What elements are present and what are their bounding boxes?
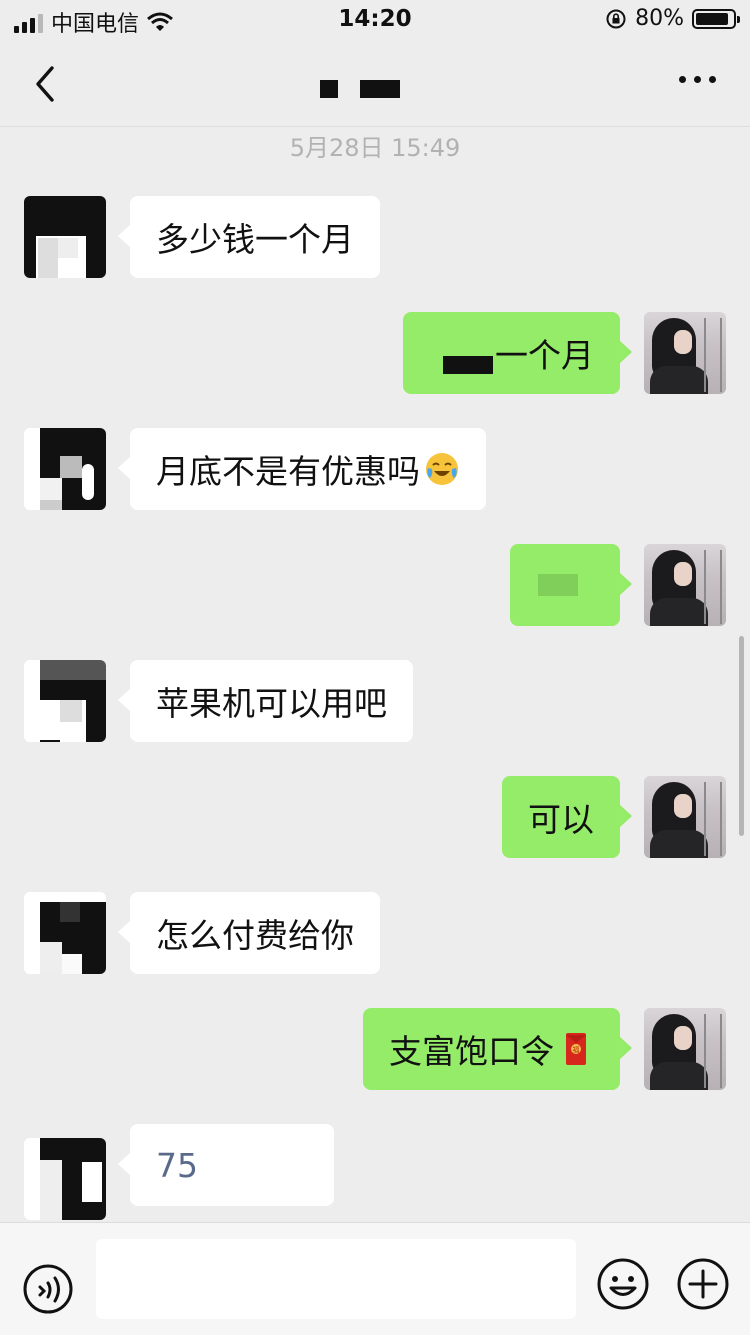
received-message-bubble[interactable]: 75 <box>118 1124 334 1206</box>
my-avatar[interactable] <box>644 312 726 394</box>
redacted-block <box>443 356 493 374</box>
contact-avatar[interactable] <box>24 428 106 510</box>
battery-icon <box>692 8 740 29</box>
scrollbar[interactable] <box>739 636 744 836</box>
sent-message-bubble[interactable]: 支富饱口令 福 <box>363 1008 632 1090</box>
voice-button[interactable] <box>22 1263 74 1315</box>
contact-avatar[interactable] <box>24 892 106 974</box>
red-envelope-emoji: 福 <box>566 1033 586 1065</box>
message-text: 月底不是有优惠吗 <box>156 452 420 491</box>
message-text: 支富饱口令 <box>389 1032 554 1071</box>
more-button[interactable] <box>679 76 716 83</box>
received-message-bubble[interactable]: 苹果机可以用吧 <box>118 660 413 742</box>
message-text: 怎么付费给你 <box>156 916 354 955</box>
chat-title-redacted <box>320 80 400 98</box>
back-button[interactable] <box>28 62 64 106</box>
my-avatar[interactable] <box>644 1008 726 1090</box>
my-avatar[interactable] <box>644 776 726 858</box>
message-text: 多少钱一个月 <box>156 220 354 259</box>
message-text: 一个月 <box>495 336 594 375</box>
message-input[interactable] <box>96 1239 576 1319</box>
sent-message-bubble[interactable]: 一个月 <box>403 312 632 394</box>
message-text: 可以 <box>528 800 594 839</box>
chat-timestamp: 5月28日 15:49 <box>289 134 461 162</box>
received-message-bubble[interactable]: 怎么付费给你 <box>118 892 380 974</box>
chat-header <box>0 40 750 127</box>
laughing-crying-emoji <box>426 453 458 485</box>
plus-button[interactable] <box>676 1257 730 1311</box>
message-text: 苹果机可以用吧 <box>156 684 387 723</box>
message-text: 75 <box>156 1145 198 1185</box>
battery-percent: 80% <box>635 6 684 31</box>
my-avatar[interactable] <box>644 544 726 626</box>
status-bar: 中国电信 14:20 80% <box>0 0 750 40</box>
contact-avatar[interactable] <box>24 660 106 742</box>
svg-text:福: 福 <box>573 1045 580 1054</box>
received-message-bubble[interactable]: 多少钱一个月 <box>118 196 380 278</box>
received-message-bubble[interactable]: 月底不是有优惠吗 <box>118 428 486 510</box>
sent-message-bubble[interactable]: 可以 <box>502 776 632 858</box>
emoji-button[interactable] <box>596 1257 650 1311</box>
chat-input-bar <box>0 1222 750 1335</box>
more-dots-icon <box>679 76 686 83</box>
redacted-block <box>538 574 578 596</box>
contact-avatar[interactable] <box>24 196 106 278</box>
contact-avatar[interactable] <box>24 1138 106 1220</box>
rotation-lock-icon <box>606 9 626 28</box>
sent-message-bubble[interactable] <box>510 544 632 626</box>
